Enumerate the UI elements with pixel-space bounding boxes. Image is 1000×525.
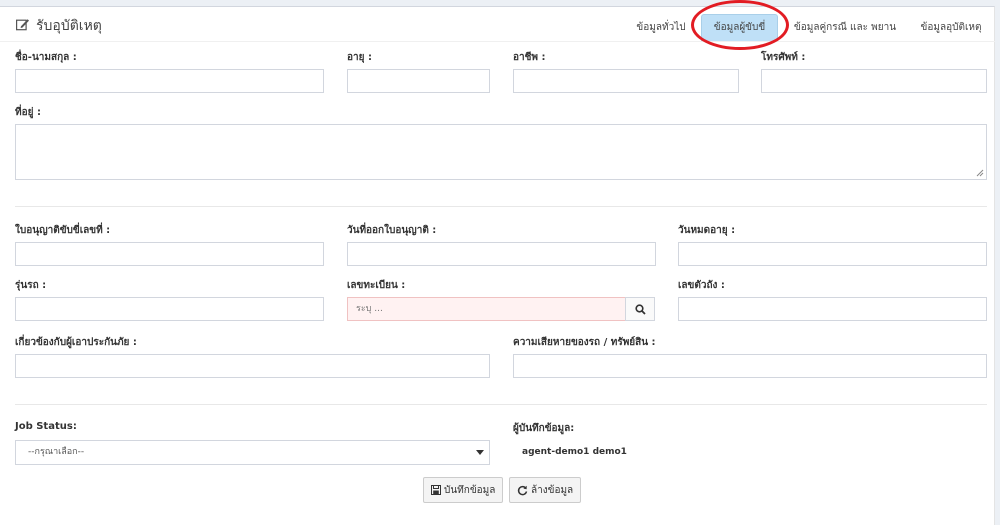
name-input[interactable] (15, 69, 324, 93)
floppy-disk-icon (431, 485, 441, 495)
panel-header: รับอุบัติเหตุ ข้อมูลทั่วไป ข้อมูลผู้ขับข… (0, 0, 995, 50)
plate-search-button[interactable] (625, 297, 655, 321)
model-input[interactable] (15, 297, 324, 321)
address-textarea[interactable] (15, 124, 987, 180)
license-expire-input[interactable] (678, 242, 987, 266)
tab-general-info[interactable]: ข้อมูลทั่วไป (632, 14, 690, 42)
phone-input[interactable] (761, 69, 987, 93)
recorder-label: ผู้บันทึกข้อมูล: (513, 423, 575, 434)
chevron-down-icon (476, 450, 484, 455)
resize-handle-icon[interactable] (976, 169, 984, 177)
refresh-icon (517, 485, 528, 495)
occupation-input[interactable] (513, 69, 739, 93)
save-button[interactable]: บันทึกข้อมูล (423, 477, 504, 503)
license-issue-label: วันที่ออกใบอนุญาติ : (347, 225, 437, 236)
relation-input[interactable] (15, 354, 490, 378)
plate-label: เลขทะเบียน : (347, 280, 406, 291)
job-status-value: --กรุณาเลือก-- (28, 447, 85, 457)
phone-label: โทรศัพท์ : (761, 52, 806, 63)
plate-search-group (347, 297, 655, 321)
divider (15, 206, 987, 207)
license-no-input[interactable] (15, 242, 324, 266)
name-label: ชื่อ-นามสกุล : (15, 52, 77, 63)
job-status-label: Job Status: (15, 421, 77, 432)
model-label: รุ่นรถ : (15, 280, 47, 291)
license-issue-input[interactable] (347, 242, 656, 266)
tab-accident-info[interactable]: ข้อมูลอุบัติเหตุ (915, 14, 987, 42)
search-icon (634, 303, 646, 315)
page-title-text: รับอุบัติเหตุ (36, 18, 102, 34)
recorder-value: agent-demo1 demo1 (522, 447, 627, 457)
damage-label: ความเสียหายของรถ / ทรัพย์สิน : (513, 337, 656, 348)
relation-label: เกี่ยวข้องกับผู้เอาประกันภัย : (15, 337, 137, 348)
clear-button-label: ล้างข้อมูล (531, 484, 574, 496)
job-status-select[interactable]: --กรุณาเลือก-- (15, 440, 490, 465)
tab-counterparty-witness[interactable]: ข้อมูลคู่กรณี และ พยาน (789, 14, 901, 42)
chassis-input[interactable] (678, 297, 987, 321)
divider (15, 404, 987, 405)
damage-input[interactable] (513, 354, 987, 378)
age-input[interactable] (347, 69, 490, 93)
age-label: อายุ : (347, 52, 372, 63)
page-title: รับอุบัติเหตุ (16, 15, 102, 37)
accident-panel: รับอุบัติเหตุ ข้อมูลทั่วไป ข้อมูลผู้ขับข… (0, 0, 995, 525)
license-expire-label: วันหมดอายุ : (678, 225, 736, 236)
chassis-label: เลขตัวถัง : (678, 280, 725, 291)
clear-button[interactable]: ล้างข้อมูล (509, 477, 582, 503)
save-button-label: บันทึกข้อมูล (444, 484, 496, 496)
address-label: ที่อยู่ : (15, 107, 41, 118)
edit-icon (16, 18, 36, 35)
plate-input[interactable] (347, 297, 626, 321)
occupation-label: อาชีพ : (513, 52, 546, 63)
tab-driver-info[interactable]: ข้อมูลผู้ขับขี่ (701, 14, 778, 41)
license-no-label: ใบอนุญาติขับขี่เลขที่ : (15, 225, 111, 236)
